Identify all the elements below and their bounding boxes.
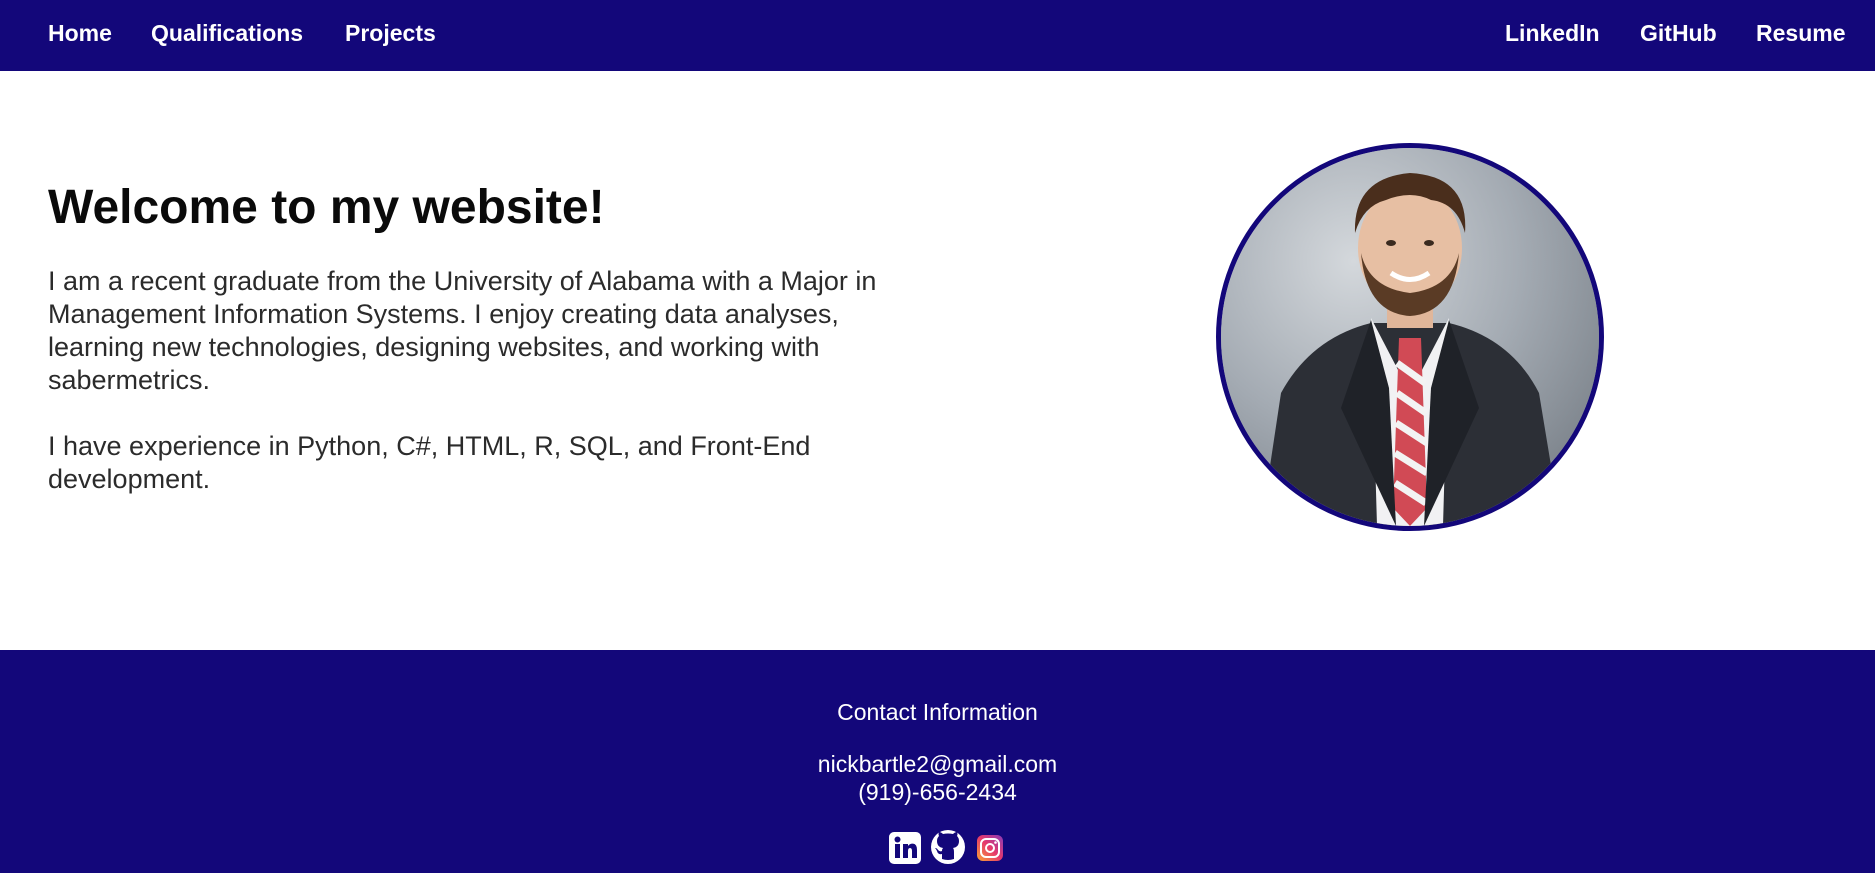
contact-email[interactable]: nickbartle2@gmail.com xyxy=(0,750,1875,778)
nav-linkedin-link[interactable]: LinkedIn xyxy=(1505,19,1600,47)
experience-paragraph: I have experience in Python, C#, HTML, R… xyxy=(48,431,811,494)
navbar: Home Qualifications Projects LinkedIn Gi… xyxy=(0,0,1875,71)
nav-projects-link[interactable]: Projects xyxy=(345,19,436,47)
linkedin-icon[interactable] xyxy=(889,832,921,864)
profile-portrait-illustration xyxy=(1221,148,1599,526)
footer: Contact Information nickbartle2@gmail.co… xyxy=(0,650,1875,873)
page-title: Welcome to my website! xyxy=(48,181,605,234)
github-icon[interactable] xyxy=(931,830,965,864)
contact-heading: Contact Information xyxy=(837,699,1038,725)
nav-resume-link[interactable]: Resume xyxy=(1756,19,1845,47)
profile-photo xyxy=(1216,143,1604,531)
instagram-icon[interactable] xyxy=(977,835,1003,861)
social-links xyxy=(0,830,1875,866)
intro-paragraph: I am a recent graduate from the Universi… xyxy=(48,266,877,395)
nav-qualifications-link[interactable]: Qualifications xyxy=(151,19,303,47)
nav-github-link[interactable]: GitHub xyxy=(1640,19,1717,47)
nav-home-link[interactable]: Home xyxy=(48,19,112,47)
contact-phone: (919)-656-2434 xyxy=(858,779,1017,805)
